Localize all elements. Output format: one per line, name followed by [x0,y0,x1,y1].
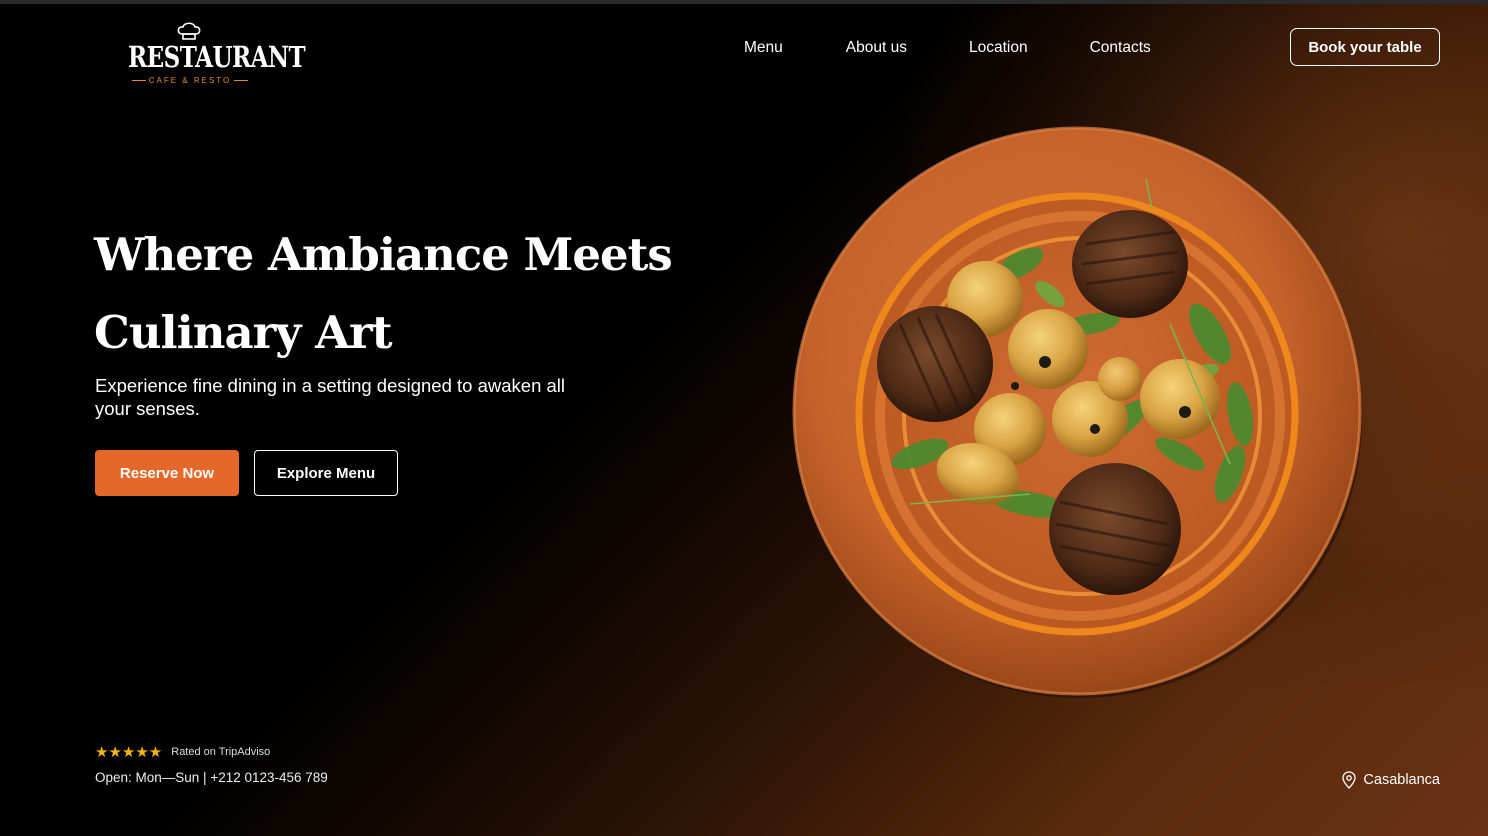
star-rating-icon: ★★★★★ [95,744,163,761]
hero-subtitle: Experience fine dining in a setting desi… [95,375,566,419]
location[interactable]: Casablanca [1342,771,1440,789]
location-label: Casablanca [1363,772,1440,788]
chef-hat-icon [177,22,201,40]
landing-page: RESTAURANT CAFE & RESTO Menu About us Lo… [0,0,1488,836]
logo-tagline: CAFE & RESTO [128,76,252,85]
explore-menu-button[interactable]: Explore Menu [254,450,398,496]
logo[interactable]: RESTAURANT CAFE & RESTO [128,22,306,90]
nav-about-us[interactable]: About us [846,39,907,57]
hero-title: Where Ambiance Meets Culinary Art [94,216,714,372]
rating: ★★★★★ Rated on TripAdviso [95,743,270,761]
map-pin-icon [1342,771,1357,789]
main-nav: Menu About us Location Contacts [744,39,1151,57]
book-table-button[interactable]: Book your table [1290,28,1440,66]
hero-title-line-1: Where Ambiance Meets [94,228,673,281]
reserve-now-button[interactable]: Reserve Now [95,450,239,496]
opening-hours: Open: Mon—Sun | +212 0123-456 789 [95,770,328,785]
hero-title-line-2: Culinary Art [94,306,393,359]
nav-menu[interactable]: Menu [744,39,783,57]
hero-food-image [790,124,1364,698]
rating-text[interactable]: Rated on TripAdviso [171,746,270,758]
nav-contacts[interactable]: Contacts [1090,39,1151,57]
logo-brand: RESTAURANT [128,40,306,75]
nav-location[interactable]: Location [969,39,1028,57]
plate-illustration [792,126,1362,698]
